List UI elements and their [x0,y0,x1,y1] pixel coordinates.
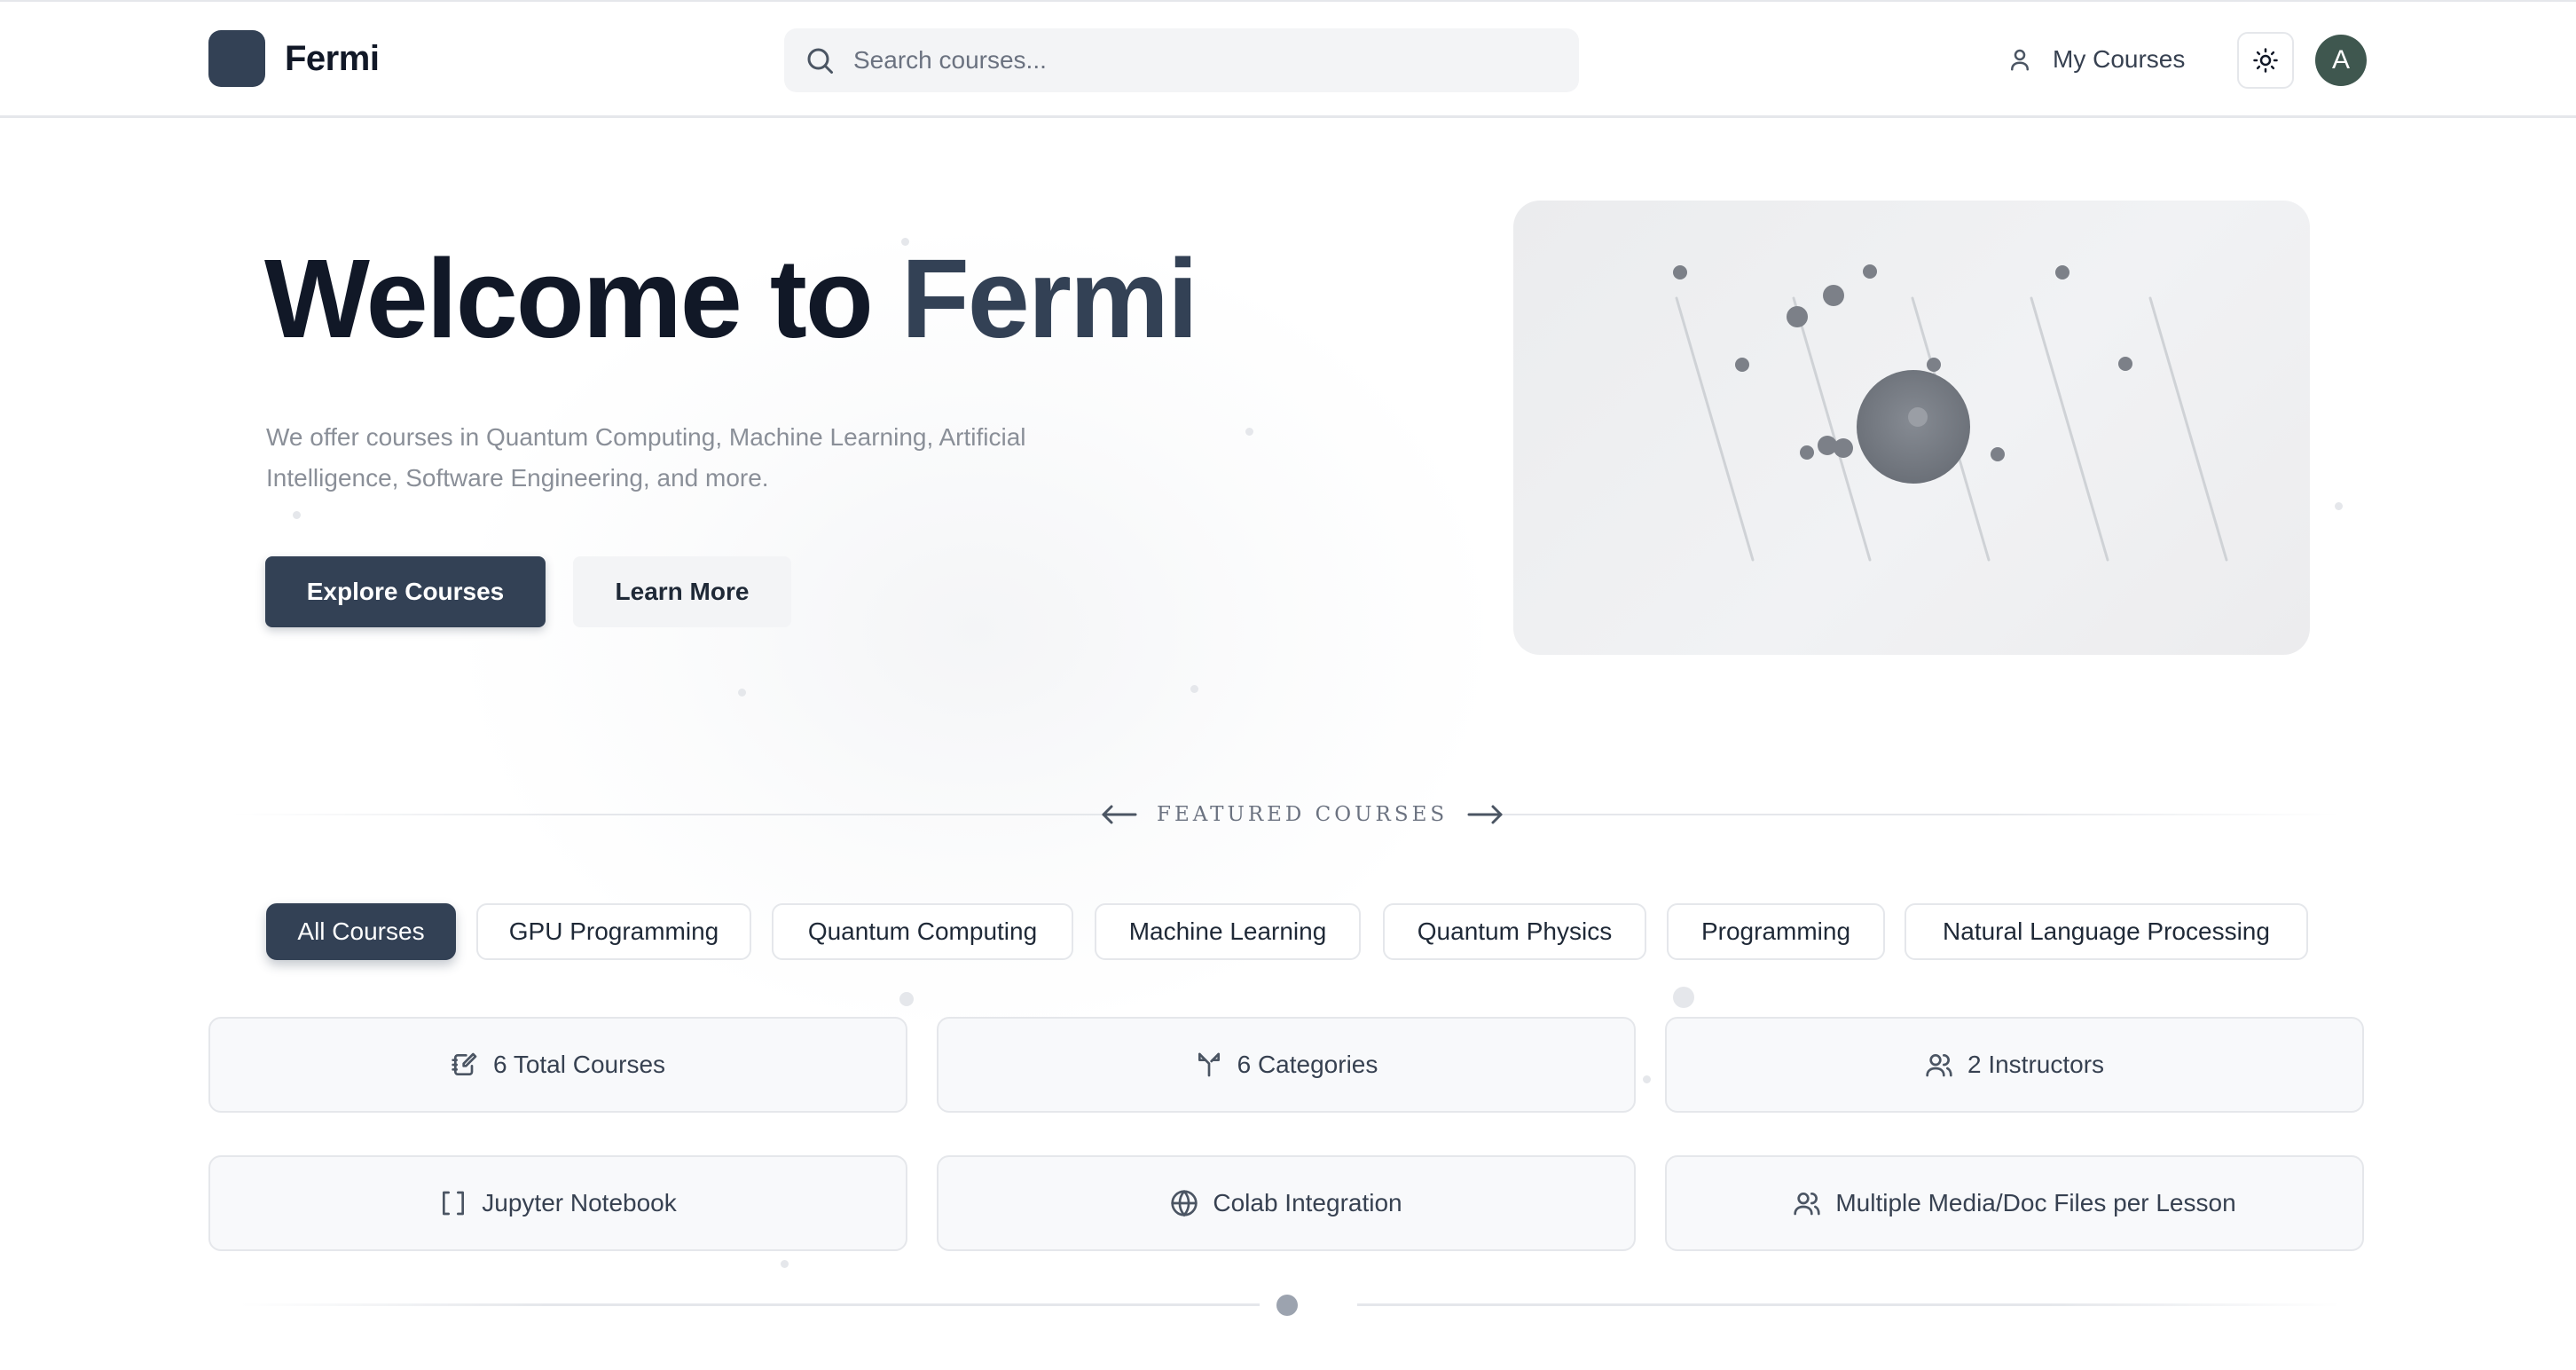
user-avatar[interactable]: A [2315,35,2367,86]
stat-label: 2 Instructors [1967,1051,2105,1078]
background-speck [1245,428,1253,436]
search-icon [807,48,833,74]
page: Fermi My Courses A Welcome to [0,0,2576,1370]
particle-orbit-illustration [1673,264,2228,562]
hero-illustration-card [1513,201,2310,655]
feature-card-colab-integration: Colab Integration [937,1155,1636,1251]
divider-line [240,1303,1260,1306]
background-speck [1673,987,1694,1008]
stat-card-total-courses: 6 Total Courses [208,1017,907,1113]
user-icon [2011,49,2029,71]
background-speck [2335,502,2343,510]
category-pill-gpu-programming[interactable]: GPU Programming [476,903,751,960]
category-pill-natural-language-processing[interactable]: Natural Language Processing [1905,903,2308,960]
sun-icon [2253,48,2278,73]
arrow-right-icon[interactable] [1467,804,1504,825]
divider-line [231,814,1118,815]
logo-icon [208,30,265,87]
divider-line [1357,1303,2342,1306]
brackets-icon [443,1191,465,1216]
background-speck [1190,685,1198,693]
background-speck [781,1260,789,1268]
stat-label: Jupyter Notebook [482,1189,677,1216]
background-speck [899,992,914,1006]
hero-title-prefix: Welcome to [264,236,901,361]
arrow-left-icon[interactable] [1100,804,1137,825]
split-icon [1198,1052,1220,1077]
category-pill-machine-learning[interactable]: Machine Learning [1095,903,1361,960]
users-icon [1926,1054,1952,1077]
stat-label: 6 Categories [1237,1051,1378,1078]
feature-card-multiple-media: Multiple Media/Doc Files per Lesson [1665,1155,2364,1251]
my-courses-label: My Courses [2053,45,2186,73]
featured-courses-header: FEATURED COURSES [1100,795,1504,834]
theme-toggle-button[interactable] [2237,32,2294,89]
divider-line [1473,814,2342,815]
stat-label: Colab Integration [1213,1189,1402,1216]
brand-name: Fermi [285,38,380,78]
top-navbar: Fermi My Courses A [0,0,2576,118]
globe-icon [1171,1190,1198,1217]
carousel-indicator-dot[interactable] [1276,1295,1298,1316]
background-speck [293,511,301,519]
hero-title: Welcome to Fermi [264,232,1198,366]
category-pill-quantum-computing[interactable]: Quantum Computing [772,903,1073,960]
feature-card-jupyter-notebook: Jupyter Notebook [208,1155,907,1251]
stat-label: 6 Total Courses [492,1051,666,1078]
category-pill-quantum-physics[interactable]: Quantum Physics [1383,903,1646,960]
hero-description: We offer courses in Quantum Computing, M… [266,423,1026,492]
learn-more-button[interactable]: Learn More [573,556,791,627]
brand-logo[interactable]: Fermi [208,30,380,87]
my-courses-link[interactable]: My Courses [2007,37,2185,82]
hero-title-accent: Fermi [900,236,1198,361]
search-input[interactable] [853,46,1545,75]
users-icon [1794,1193,1821,1216]
featured-courses-label: FEATURED COURSES [1157,803,1449,826]
category-filter-bar: All Courses GPU Programming Quantum Comp… [0,903,2576,960]
background-speck [738,689,746,697]
stat-card-categories: 6 Categories [937,1017,1636,1113]
explore-courses-button[interactable]: Explore Courses [265,556,546,627]
search-bar[interactable] [784,28,1579,92]
background-speck [1643,1075,1651,1083]
notebook-pen-icon [452,1052,477,1075]
stat-card-instructors: 2 Instructors [1665,1017,2364,1113]
stat-label: Multiple Media/Doc Files per Lesson [1835,1189,2236,1216]
category-pill-all-courses[interactable]: All Courses [266,903,456,960]
category-pill-programming[interactable]: Programming [1667,903,1885,960]
